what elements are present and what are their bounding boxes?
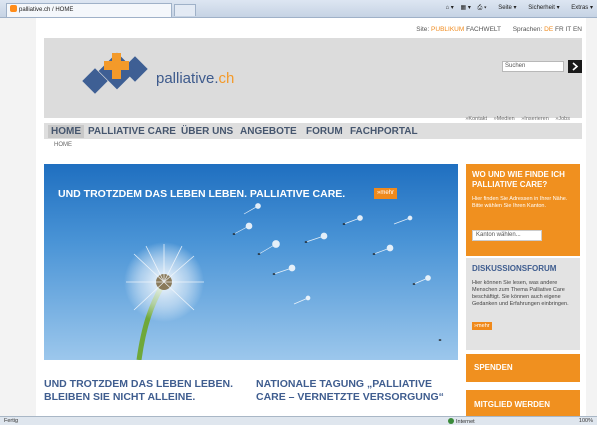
donate-button[interactable]: SPENDEN (466, 354, 580, 382)
lang-fr-link[interactable]: FR (555, 26, 564, 33)
teaser-title-2[interactable]: NATIONALE TAGUNG „PALLIATIVE CARE – VERN… (256, 378, 456, 404)
hero-banner: UND TROTZDEM DAS LEBEN LEBEN. PALLIATIVE… (44, 164, 458, 360)
meta-links: »Kontakt »Medien »Inserieren »Jobs (460, 116, 570, 122)
site-header: palliative.ch Suchen »Kontakt »Medien »I… (44, 38, 582, 122)
advertise-link[interactable]: »Inserieren (521, 116, 549, 122)
safety-menu[interactable]: Sicherheit ▾ (523, 5, 559, 11)
utility-bar: Site: PUBLIKUM FACHWELT Sprachen: DE FR … (416, 26, 582, 33)
hero-headline: UND TROTZDEM DAS LEBEN LEBEN. PALLIATIVE… (58, 188, 346, 200)
nav-ueber-uns[interactable]: ÜBER UNS (181, 125, 233, 138)
nav-palliative-care[interactable]: PALLIATIVE CARE (88, 125, 176, 138)
lang-de-link[interactable]: DE (544, 26, 553, 33)
forum-title: DISKUSSIONSFORUM (472, 264, 557, 273)
become-member-label: MITGLIED WERDEN (474, 400, 550, 409)
jobs-link[interactable]: »Jobs (555, 116, 570, 122)
lang-en-link[interactable]: EN (573, 26, 582, 33)
logo-icon[interactable] (82, 50, 152, 98)
nav-angebote[interactable]: ANGEBOTE (240, 125, 297, 138)
globe-icon (448, 418, 454, 424)
home-icon[interactable]: ⌂ ▾ (446, 5, 454, 11)
browser-statusbar: Fertig Internet 100% (0, 416, 597, 425)
browser-toolbar: palliative.ch / HOME ⌂ ▾ ▦ ▾ ⎙ ▾ Seite ▾… (0, 0, 597, 18)
canton-select[interactable]: Kanton wählen... (472, 230, 542, 241)
new-tab-button[interactable] (174, 4, 196, 16)
hero-more-link[interactable]: »mehr (374, 188, 398, 199)
feeds-icon[interactable]: ▦ ▾ (461, 5, 471, 11)
find-care-box: WO UND WIE FINDE ICH PALLIATIVE CARE? Hi… (466, 164, 580, 256)
donate-label: SPENDEN (474, 363, 513, 372)
find-care-text: Hier finden Sie Adressen in Ihrer Nähe. … (472, 196, 568, 209)
search-input[interactable]: Suchen (502, 61, 564, 72)
site-fachwelt-link[interactable]: FACHWELT (466, 26, 501, 33)
nav-forum[interactable]: FORUM (306, 125, 343, 138)
forum-box: DISKUSSIONSFORUM Hier können Sie lesen, … (466, 258, 580, 350)
browser-tab[interactable]: palliative.ch / HOME (6, 3, 172, 17)
nav-home[interactable]: HOME (48, 125, 84, 138)
site-public-link[interactable]: PUBLIKUM (431, 26, 464, 33)
security-zone: Internet (448, 418, 475, 425)
arrow-right-icon (572, 62, 579, 71)
teaser-title-1[interactable]: UND TROTZDEM DAS LEBEN LEBEN. BLEIBEN SI… (44, 378, 244, 404)
web-page: Site: PUBLIKUM FACHWELT Sprachen: DE FR … (36, 18, 586, 425)
status-text: Fertig (4, 418, 19, 424)
logo-wordmark[interactable]: palliative.ch (156, 70, 234, 87)
nav-fachportal[interactable]: FACHPORTAL (350, 125, 418, 138)
main-navigation: HOME PALLIATIVE CARE ÜBER UNS ANGEBOTE F… (44, 123, 582, 139)
page-margin-right (586, 18, 597, 416)
forum-more-link[interactable]: »mehr (472, 322, 492, 330)
lang-it-link[interactable]: IT (565, 26, 571, 33)
contact-link[interactable]: »Kontakt (465, 116, 487, 122)
print-icon[interactable]: ⎙ ▾ (478, 5, 487, 11)
page-menu[interactable]: Seite ▾ (493, 5, 516, 11)
tools-menu[interactable]: Extras ▾ (566, 5, 593, 11)
browser-command-bar: ⌂ ▾ ▦ ▾ ⎙ ▾ Seite ▾ Sicherheit ▾ Extras … (441, 4, 593, 12)
favicon-icon (10, 5, 17, 12)
zoom-level[interactable]: 100% (579, 418, 593, 424)
forum-text: Hier können Sie lesen, was andere Mensch… (472, 280, 569, 307)
browser-tab-title: palliative.ch / HOME (19, 7, 74, 13)
breadcrumb: HOME (54, 142, 72, 148)
media-link[interactable]: »Medien (494, 116, 515, 122)
page-margin-left (0, 18, 36, 416)
search-button[interactable] (568, 60, 582, 73)
find-care-title: WO UND WIE FINDE ICH PALLIATIVE CARE? (472, 170, 565, 189)
